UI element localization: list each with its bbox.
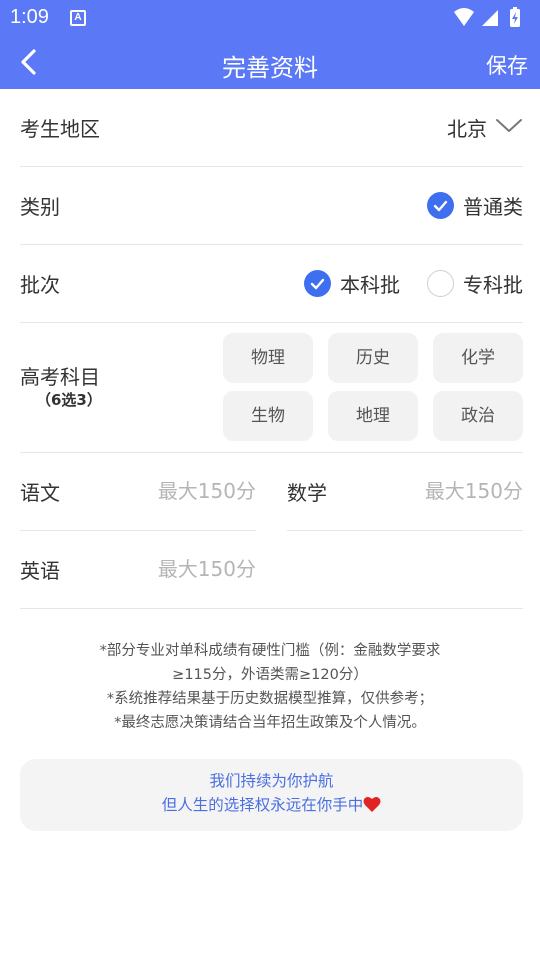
banner-line-2-wrap: 但人生的选择权永远在你手中 — [20, 793, 523, 817]
app-header: 1:09 A 完善资料 保存 — [0, 0, 540, 89]
battery-icon — [510, 7, 520, 27]
english-score-field: 英语 — [20, 531, 523, 609]
chinese-score-field: 语文 — [20, 453, 256, 531]
batch-option-junior-college[interactable]: 专科批 — [427, 268, 523, 298]
radio-checked-icon[interactable] — [427, 191, 454, 219]
subjects-row: 高考科目 （6选3） 物理 历史 化学 生物 地理 政治 — [20, 323, 523, 453]
category-option-label: 普通类 — [463, 194, 523, 219]
subject-chip[interactable]: 政治 — [433, 391, 523, 441]
chinese-label: 语文 — [20, 481, 60, 505]
status-icons — [452, 6, 532, 30]
category-label: 类别 — [20, 195, 60, 219]
chinese-score-input[interactable] — [146, 475, 256, 507]
note-line: *最终志愿决策请结合当年招生政策及个人情况。 — [114, 715, 426, 731]
english-score-input[interactable] — [146, 553, 256, 585]
wifi-icon — [454, 8, 474, 26]
region-row[interactable]: 考生地区 北京 — [20, 89, 523, 167]
subjects-sub-label: （6选3） — [36, 391, 102, 409]
region-label: 考生地区 — [20, 117, 100, 141]
status-time: 1:09 — [10, 6, 49, 28]
batch-option-label: 本科批 — [340, 272, 400, 297]
signal-icon — [482, 10, 498, 26]
subject-chip[interactable]: 化学 — [433, 333, 523, 383]
radio-checked-icon[interactable] — [304, 269, 331, 297]
subject-chip[interactable]: 历史 — [328, 333, 418, 383]
nav-bar: 完善资料 保存 — [0, 36, 540, 89]
english-label: 英语 — [20, 559, 60, 583]
region-value[interactable]: 北京 — [447, 113, 487, 142]
notes: *部分专业对单科成绩有硬性门槛（例：金融数学要求≥115分，外语类需≥120分）… — [20, 639, 520, 735]
note-line: *系统推荐结果基于历史数据模型推算，仅供参考； — [106, 691, 434, 707]
category-option-general[interactable]: 普通类 — [427, 190, 523, 220]
subjects-label: 高考科目 — [20, 365, 100, 389]
page-title: 完善资料 — [222, 54, 318, 82]
radio-unchecked-icon[interactable] — [427, 269, 454, 297]
subject-chip[interactable]: 生物 — [223, 391, 313, 441]
app-notification-icon: A — [70, 10, 86, 26]
note-line: *部分专业对单科成绩有硬性门槛（例：金融数学要求≥115分，外语类需≥120分） — [99, 643, 441, 683]
chevron-down-icon[interactable] — [495, 115, 523, 135]
math-score-field: 数学 — [287, 453, 523, 531]
subject-chip[interactable]: 地理 — [328, 391, 418, 441]
heart-icon — [363, 796, 381, 812]
status-bar: 1:09 A — [0, 0, 540, 36]
math-score-input[interactable] — [413, 475, 523, 507]
subject-chip[interactable]: 物理 — [223, 333, 313, 383]
batch-option-undergraduate[interactable]: 本科批 — [304, 268, 400, 298]
encouragement-banner: 我们持续为你护航 但人生的选择权永远在你手中 — [20, 759, 523, 831]
save-button[interactable]: 保存 — [486, 50, 528, 80]
batch-row: 批次 本科批 专科批 — [20, 245, 523, 323]
category-row: 类别 普通类 — [20, 167, 523, 245]
batch-label: 批次 — [20, 273, 60, 297]
batch-option-label: 专科批 — [463, 272, 523, 297]
math-label: 数学 — [287, 481, 327, 505]
banner-line-1: 我们持续为你护航 — [209, 772, 334, 790]
banner-line-2: 但人生的选择权永远在你手中 — [161, 796, 364, 814]
